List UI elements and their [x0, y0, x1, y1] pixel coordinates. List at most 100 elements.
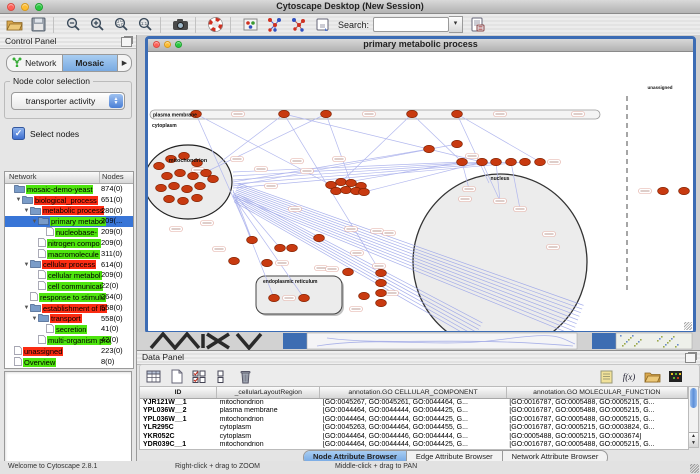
tree-row-response-to-stimulu[interactable]: response to stimulu264(0) [5, 292, 133, 303]
graph-node[interactable] [195, 182, 206, 189]
graph-node[interactable] [336, 178, 347, 185]
graph-node[interactable] [169, 182, 180, 189]
node-color-combobox[interactable]: transporter activity ▲▼ [11, 92, 125, 110]
graph-node[interactable] [407, 110, 418, 117]
tree-row-macromolecule[interactable]: macromolecule311(0) [5, 249, 133, 260]
edge[interactable] [412, 114, 462, 162]
tree-row-mosaic-demo-yeast[interactable]: mosaic-demo-yeast874(0) [5, 184, 133, 195]
window-resize-grip[interactable] [684, 322, 692, 330]
table-row-YJR121W__1[interactable]: YJR121W__1mitochondrion[GO:0045267, GO:0… [140, 399, 688, 407]
graph-node[interactable] [477, 158, 488, 165]
float-panel-icon[interactable] [685, 353, 696, 363]
open-file-icon[interactable] [4, 16, 24, 34]
expand-arrow-icon[interactable]: ▼ [15, 197, 22, 203]
scrollbar-arrows[interactable]: ▲▼ [689, 432, 698, 447]
graph-node[interactable] [269, 294, 280, 301]
edge[interactable] [233, 149, 429, 182]
import-attributes-icon[interactable] [642, 368, 662, 385]
help-ring-icon[interactable] [205, 16, 225, 34]
annotation-icon[interactable] [312, 16, 332, 34]
table-row-YPL036W__2[interactable]: YPL036W__2plasma membrane[GO:0044464, GO… [140, 407, 688, 415]
vizmapper-icon[interactable] [240, 16, 260, 34]
graph-node[interactable] [331, 187, 342, 194]
table-scrollbar[interactable]: ▲▼ [688, 386, 699, 448]
tree-row-metabolic-process[interactable]: ▼metabolic process280(0) [5, 206, 133, 217]
tree-row-cellular-metabol[interactable]: cellular metabol209(0) [5, 270, 133, 281]
expand-arrow-icon[interactable]: ▼ [23, 208, 30, 214]
tree-row-secretion[interactable]: secretion41(0) [5, 324, 133, 335]
graph-node[interactable] [275, 244, 286, 251]
expand-arrow-icon[interactable]: ▼ [31, 316, 38, 322]
background-window-corner[interactable] [283, 333, 307, 349]
birds-eye-view-panel[interactable] [4, 371, 132, 474]
snapshot-icon[interactable] [170, 16, 190, 34]
tree-column-nodes[interactable]: Nodes [100, 172, 133, 183]
graph-node[interactable] [359, 188, 370, 195]
graph-node[interactable] [658, 187, 669, 194]
graph-node[interactable] [262, 259, 273, 266]
edge[interactable] [233, 162, 496, 180]
delete-attribute-icon[interactable] [235, 368, 255, 385]
scrollbar-thumb[interactable] [690, 388, 697, 408]
graph-node[interactable] [341, 186, 352, 193]
notepad-icon[interactable] [596, 368, 616, 385]
graph-node[interactable] [201, 169, 212, 176]
graph-node[interactable] [506, 158, 517, 165]
graph-node[interactable] [321, 110, 332, 117]
tree-row-unassigned[interactable]: unassigned223(0) [5, 346, 133, 357]
table-row-YPL036W__1[interactable]: YPL036W__1mitochondrion[GO:0044464, GO:0… [140, 416, 688, 424]
float-panel-icon[interactable] [121, 37, 132, 47]
graph-node[interactable] [376, 289, 387, 296]
tree-row-nucleobase-[interactable]: nucleobase-209(0) [5, 227, 133, 238]
graph-node[interactable] [188, 172, 199, 179]
table-row-YLR295C[interactable]: YLR295Ccytoplasm[GO:0045263, GO:0044464,… [140, 424, 688, 432]
matrix-icon[interactable] [665, 368, 685, 385]
expand-arrow-icon[interactable]: ▼ [31, 219, 38, 225]
column-header-1[interactable]: _cellularLayoutRegion [217, 387, 320, 398]
column-header-2[interactable]: annotation.GO CELLULAR_COMPONENT [320, 387, 506, 398]
graph-node[interactable] [314, 234, 325, 241]
table-row-YKR052C[interactable]: YKR052Ccytoplasm[GO:0044464, GO:0044446,… [140, 433, 688, 441]
tree-row-primary-metabol[interactable]: ▼primary metabol209(... [5, 216, 133, 227]
table-row-YDR039C__1[interactable]: YDR039C__1mitochondrion[GO:0044464, GO:0… [140, 441, 688, 449]
graph-node[interactable] [164, 195, 175, 202]
mitochondrion-region[interactable] [148, 145, 232, 219]
search-options-button[interactable] [467, 16, 487, 34]
graph-node[interactable] [520, 158, 531, 165]
tree-row-establishment-of-lo[interactable]: ▼establishment of lo558(0) [5, 303, 133, 314]
graph-node[interactable] [156, 184, 167, 191]
zoom-out-icon[interactable] [63, 16, 83, 34]
zoom-selected-icon[interactable] [111, 16, 131, 34]
tree-row-nitrogen-compo[interactable]: nitrogen compo209(0) [5, 238, 133, 249]
select-attributes-icon[interactable] [189, 368, 209, 385]
function-builder-icon[interactable]: f(x) [619, 368, 639, 385]
graph-node[interactable] [229, 257, 240, 264]
tree-row-transport[interactable]: ▼transport558(0) [5, 314, 133, 325]
graph-node[interactable] [491, 158, 502, 165]
graph-node[interactable] [452, 110, 463, 117]
graph-node[interactable] [178, 197, 189, 204]
select-nodes-checkbox[interactable]: ✓ [12, 127, 25, 140]
graph-node[interactable] [154, 162, 165, 169]
search-dropdown-arrow-icon[interactable]: ▾ [449, 16, 463, 33]
tree-row-overview[interactable]: Overview8(0) [5, 357, 133, 368]
graph-node[interactable] [535, 158, 546, 165]
edge[interactable] [210, 114, 326, 170]
graph-node[interactable] [299, 294, 310, 301]
tree-row-biological-process[interactable]: ▼biological_process651(0) [5, 195, 133, 206]
tree-row-cell-communicat[interactable]: cell communicat22(0) [5, 281, 133, 292]
tab-network[interactable]: Network [7, 55, 63, 71]
graph-node[interactable] [452, 140, 463, 147]
search-input[interactable] [373, 17, 449, 32]
graph-node[interactable] [457, 158, 468, 165]
zoom-fit-icon[interactable]: 1:1 [135, 16, 155, 34]
expand-arrow-icon[interactable]: ▼ [23, 305, 30, 311]
column-header-0[interactable]: ID [140, 387, 217, 398]
edge[interactable] [457, 114, 489, 183]
graph-node[interactable] [192, 194, 203, 201]
network-view-window[interactable]: primary metabolic process plasma membran… [145, 36, 696, 334]
graph-node[interactable] [279, 110, 290, 117]
tree-column-network[interactable]: Network [5, 172, 100, 183]
graph-node[interactable] [376, 299, 387, 306]
graph-node[interactable] [287, 244, 298, 251]
